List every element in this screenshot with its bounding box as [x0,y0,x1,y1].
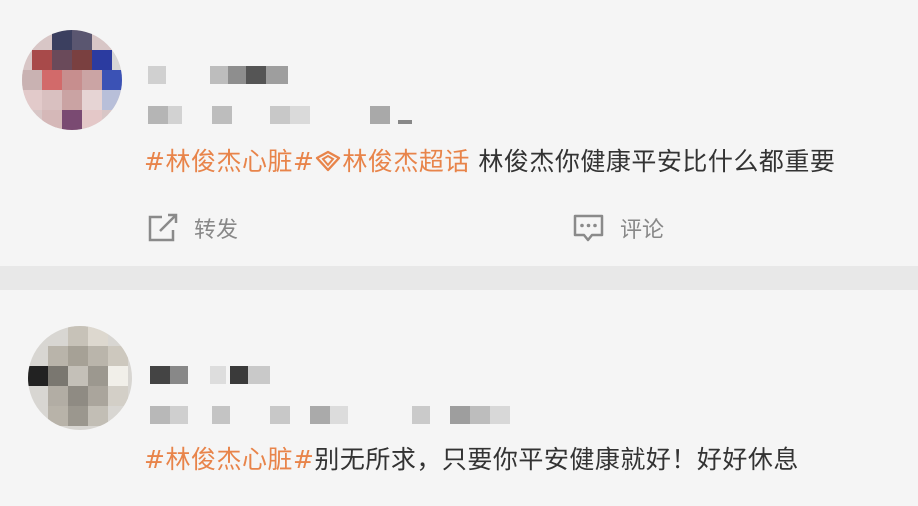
post-text: #林俊杰心脏# 林俊杰超话 林俊杰你健康平安比什么都重要 [144,142,835,178]
meta-mosaic [150,406,520,424]
post-body: 别无所求，只要你平安健康就好！好好休息 [314,445,799,474]
topic-link[interactable]: #林俊杰心脏# [144,147,314,176]
username-mosaic[interactable] [150,366,290,384]
post-card-1: #林俊杰心脏# 林俊杰超话 林俊杰你健康平安比什么都重要 转发 评论 [0,0,918,266]
avatar[interactable] [28,326,132,430]
meta-mosaic [148,106,428,124]
repost-icon [148,213,178,242]
comment-button[interactable]: 评论 [572,212,664,244]
post-body: 林俊杰你健康平安比什么都重要 [469,147,836,176]
username-mosaic[interactable] [148,66,298,84]
repost-button[interactable]: 转发 [146,212,238,244]
repost-label: 转发 [194,218,239,243]
super-topic-icon [316,150,341,172]
comment-icon [573,214,604,242]
avatar[interactable] [22,30,122,130]
card-divider [0,266,918,290]
super-topic-label: 林俊杰超话 [342,147,470,176]
topic-link[interactable]: #林俊杰心脏# [144,445,314,474]
super-topic-link[interactable]: 林俊杰超话 [314,147,470,176]
post-text: #林俊杰心脏#别无所求，只要你平安健康就好！好好休息 [144,440,799,476]
post-card-2: #林俊杰心脏#别无所求，只要你平安健康就好！好好休息 [0,290,918,506]
comment-label: 评论 [620,218,665,243]
